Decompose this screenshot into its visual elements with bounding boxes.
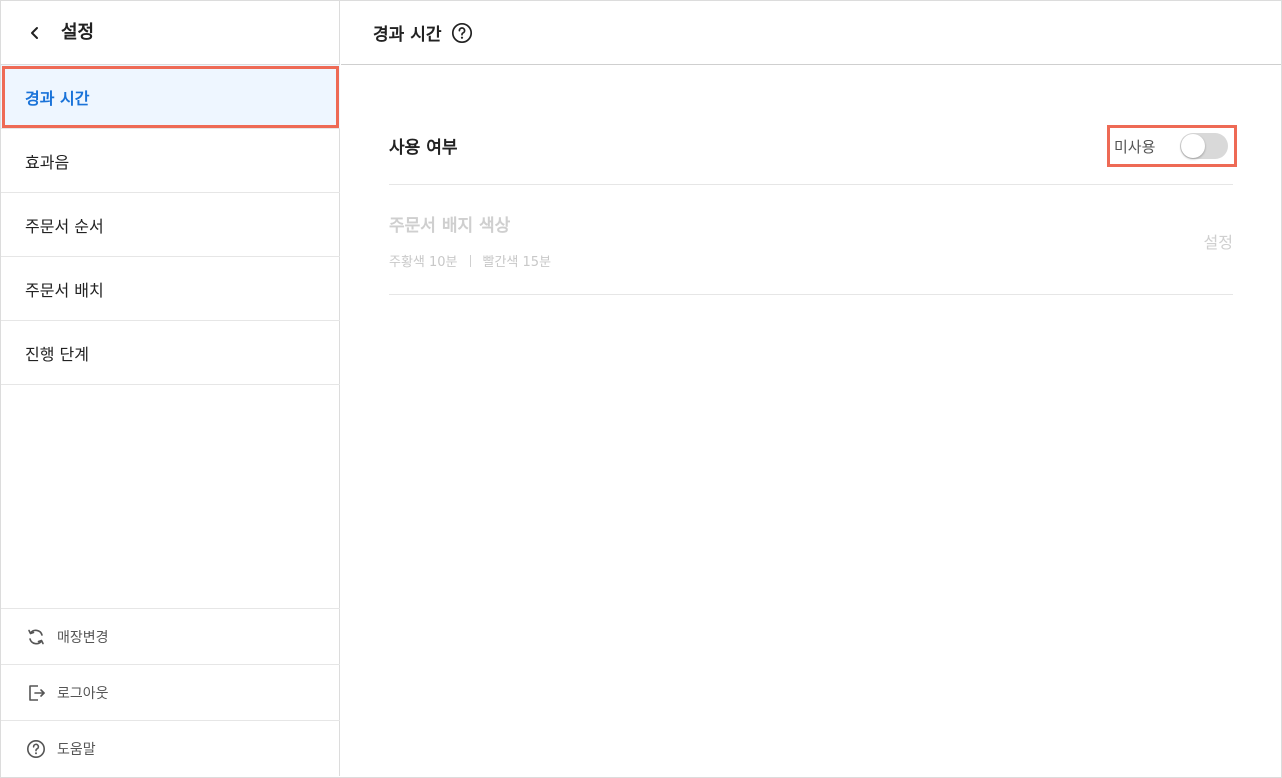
settings-menu: 경과 시간 효과음 주문서 순서 주문서 배치 진행 단계 bbox=[1, 65, 340, 385]
back-button[interactable] bbox=[23, 21, 47, 45]
divider bbox=[469, 254, 471, 267]
chevron-left-icon bbox=[31, 27, 38, 39]
toggle-status-text: 미사용 bbox=[1114, 137, 1156, 156]
logout-button[interactable]: 로그아웃 bbox=[1, 664, 340, 720]
page-title: 경과 시간 bbox=[373, 25, 442, 45]
menu-item-label: 진행 단계 bbox=[25, 344, 89, 364]
menu-item-progress-stage[interactable]: 진행 단계 bbox=[1, 321, 340, 385]
logout-label: 로그아웃 bbox=[57, 685, 109, 702]
badge-red-text: 빨간색 15분 bbox=[482, 255, 552, 270]
change-store-label: 매장변경 bbox=[57, 629, 109, 646]
sidebar-title: 설정 bbox=[61, 22, 95, 43]
menu-item-label: 경과 시간 bbox=[25, 88, 90, 108]
badge-color-summary: 주황색 10분 빨간색 15분 bbox=[389, 251, 551, 270]
menu-item-sound-effect[interactable]: 효과음 bbox=[1, 129, 340, 193]
change-store-button[interactable]: 매장변경 bbox=[1, 608, 340, 664]
sidebar: 설정 경과 시간 효과음 주문서 순서 주문서 배치 진행 단계 매장변경 로그… bbox=[1, 1, 340, 776]
badge-color-title: 주문서 배지 색상 bbox=[389, 216, 511, 236]
menu-item-order-layout[interactable]: 주문서 배치 bbox=[1, 257, 340, 321]
help-label: 도움말 bbox=[57, 741, 96, 758]
menu-item-label: 주문서 배치 bbox=[25, 280, 104, 300]
question-icon[interactable] bbox=[451, 22, 473, 44]
use-setting-row: 사용 여부 미사용 bbox=[389, 111, 1237, 185]
use-setting-label: 사용 여부 bbox=[389, 138, 458, 158]
sidebar-footer: 매장변경 로그아웃 도움말 bbox=[1, 608, 340, 776]
menu-item-order-sequence[interactable]: 주문서 순서 bbox=[1, 193, 340, 257]
toggle-knob bbox=[1181, 134, 1205, 158]
sidebar-header: 설정 bbox=[1, 1, 340, 65]
menu-item-elapsed-time[interactable]: 경과 시간 bbox=[1, 65, 340, 129]
badge-color-row: 주문서 배지 색상 주황색 10분 빨간색 15분 설정 bbox=[389, 185, 1233, 295]
menu-item-label: 효과음 bbox=[25, 152, 70, 172]
use-toggle[interactable]: 미사용 bbox=[1107, 125, 1237, 167]
refresh-icon bbox=[25, 626, 47, 648]
menu-item-label: 주문서 순서 bbox=[25, 216, 104, 236]
toggle-switch[interactable] bbox=[1180, 133, 1228, 159]
logout-icon bbox=[25, 682, 47, 704]
help-icon bbox=[25, 738, 47, 760]
badge-settings-button[interactable]: 설정 bbox=[1204, 229, 1233, 253]
help-link-button[interactable]: 도움말 bbox=[1, 720, 340, 776]
main-header: 경과 시간 bbox=[341, 1, 1281, 65]
main-panel: 경과 시간 사용 여부 미사용 주문서 배지 색상 주황색 10분 빨간색 15… bbox=[341, 1, 1281, 776]
badge-orange-text: 주황색 10분 bbox=[389, 255, 458, 270]
